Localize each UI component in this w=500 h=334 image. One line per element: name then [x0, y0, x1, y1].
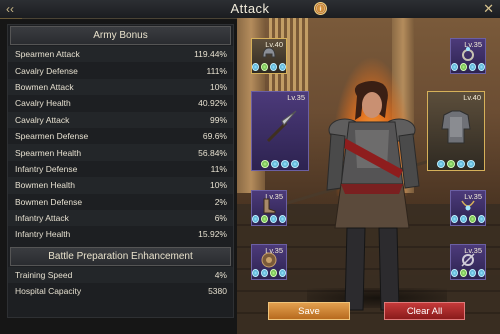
stat-name: Cavalry Health: [15, 98, 71, 109]
armor-icon: [441, 110, 471, 144]
weapon-level: Lv.35: [287, 93, 305, 102]
ring-icon: [462, 47, 474, 62]
stat-name: Bowmen Health: [15, 180, 76, 191]
helmet-icon: [262, 47, 276, 58]
stat-name: Hospital Capacity: [15, 286, 82, 297]
close-button[interactable]: ✕: [483, 1, 494, 17]
boots-gems: [252, 215, 286, 223]
stat-name: Infantry Attack: [15, 213, 69, 224]
stat-row: Training Speed 4%: [8, 266, 233, 284]
stat-row: Cavalry Health 40.92%: [8, 95, 233, 112]
stat-name: Cavalry Defense: [15, 65, 78, 76]
stat-value: 69.6%: [202, 131, 227, 142]
title-bar: ‹‹ Attack ⓘ ✕: [0, 0, 500, 19]
helmet-slot[interactable]: Lv.40: [251, 38, 287, 74]
clear-all-button[interactable]: Clear All: [384, 302, 465, 320]
stat-value: 5380: [208, 286, 227, 297]
accessory-top-slot[interactable]: Lv.35: [450, 38, 486, 74]
stat-name: Training Speed: [15, 269, 73, 280]
stat-value: 10%: [209, 180, 227, 191]
stat-row: Spearmen Attack 119.44%: [8, 46, 233, 63]
stat-value: 10%: [209, 81, 227, 92]
stat-name: Infantry Defense: [15, 163, 78, 174]
shield-gems: [252, 269, 286, 277]
battle-prep-list: Training Speed 4% Hospital Capacity 5380: [8, 266, 233, 300]
stat-name: Spearmen Defense: [15, 131, 89, 142]
stat-row: Infantry Defense 11%: [8, 160, 233, 178]
stat-value: 40.92%: [198, 98, 227, 109]
stats-panel[interactable]: Army Bonus Spearmen Attack 119.44% Cavalry…: [7, 24, 234, 318]
stat-value: 99%: [209, 114, 227, 125]
necklace-icon: [461, 200, 475, 211]
stat-name: Bowmen Attack: [15, 81, 74, 92]
armor-slot[interactable]: Lv.40: [427, 91, 485, 171]
stat-name: Bowmen Defense: [15, 196, 83, 207]
amulet-slot[interactable]: Lv.35: [450, 244, 486, 280]
stat-name: Cavalry Attack: [15, 114, 70, 125]
stat-row: Spearmen Defense 69.6%: [8, 127, 233, 145]
battle-prep-header: Battle Preparation Enhancement: [10, 246, 231, 266]
weapon-gems: [252, 160, 308, 168]
stat-row: Cavalry Defense 111%: [8, 62, 233, 79]
stat-value: 2%: [214, 196, 227, 207]
stat-value: 119.44%: [194, 49, 227, 60]
boots-icon: [263, 198, 276, 214]
info-button[interactable]: ⓘ: [314, 2, 327, 15]
armor-gems: [428, 160, 484, 168]
stat-name: Spearmen Health: [15, 147, 82, 158]
attack-screen: ‹‹ Attack ⓘ ✕ Army Bonus Spearmen Attack…: [0, 0, 500, 334]
stat-row: Hospital Capacity 5380: [8, 283, 233, 300]
necklace-slot[interactable]: Lv.35: [450, 190, 486, 226]
stat-value: 15.92%: [198, 229, 227, 240]
stat-value: 6%: [214, 213, 227, 224]
stat-row: Bowmen Health 10%: [8, 177, 233, 194]
helmet-gems: [252, 63, 286, 71]
stat-value: 11%: [210, 163, 227, 174]
armor-level: Lv.40: [463, 93, 481, 102]
shield-slot[interactable]: Lv.35: [251, 244, 287, 280]
hero-scene: Lv.40 Lv.35 Lv.35 Lv.35 Lv.35 Lv.40 Lv.3…: [237, 18, 500, 334]
page-title: Attack: [230, 1, 270, 16]
stat-value: 4%: [214, 269, 227, 280]
weapon-slot[interactable]: Lv.35: [251, 91, 309, 171]
stat-row: Cavalry Attack 99%: [8, 111, 233, 128]
army-bonus-header: Army Bonus: [10, 26, 231, 45]
stat-value: 111%: [206, 65, 227, 76]
boots-slot[interactable]: Lv.35: [251, 190, 287, 226]
accessory-top-gems: [451, 63, 485, 71]
stat-value: 56.84%: [198, 147, 227, 158]
save-button[interactable]: Save: [268, 302, 350, 320]
necklace-gems: [451, 215, 485, 223]
stat-name: Infantry Health: [15, 229, 71, 240]
amulet-icon: [461, 253, 475, 267]
stat-row: Spearmen Health 56.84%: [8, 144, 233, 161]
stat-name: Spearmen Attack: [15, 49, 80, 60]
army-bonus-list: Spearmen Attack 119.44% Cavalry Defense 111…: [8, 46, 233, 243]
shield-icon: [261, 252, 277, 268]
amulet-gems: [451, 269, 485, 277]
stat-row: Infantry Attack 6%: [8, 209, 233, 227]
spear-icon: [266, 110, 297, 143]
stat-row: Bowmen Defense 2%: [8, 193, 233, 210]
stat-row: Bowmen Attack 10%: [8, 78, 233, 96]
stat-row: Infantry Health 15.92%: [8, 226, 233, 243]
